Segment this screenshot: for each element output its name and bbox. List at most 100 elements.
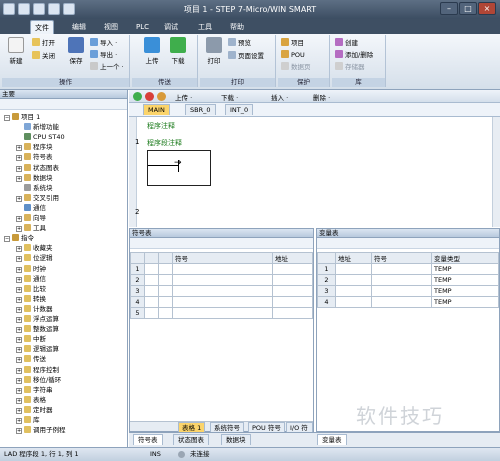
var-type-cell[interactable]: TEMP: [431, 296, 499, 308]
var-symbol-cell[interactable]: [371, 263, 432, 275]
toolbar-insert[interactable]: 插入 ·: [271, 92, 288, 102]
tree-item[interactable]: + 程序控制: [16, 365, 59, 375]
expand-icon[interactable]: +: [16, 327, 22, 334]
expand-icon[interactable]: +: [16, 418, 22, 424]
stop-icon[interactable]: [145, 92, 154, 101]
symbol-cell[interactable]: [172, 285, 273, 297]
expand-icon[interactable]: +: [16, 317, 22, 323]
row-cell[interactable]: [158, 296, 173, 308]
close-button[interactable]: 关闭: [32, 51, 55, 62]
address-cell[interactable]: [272, 274, 313, 286]
table-row[interactable]: 1 TEMP: [317, 263, 499, 275]
expand-icon[interactable]: +: [16, 357, 22, 364]
compile-icon[interactable]: [157, 92, 166, 101]
var-address-cell[interactable]: [335, 263, 372, 275]
expand-icon[interactable]: +: [16, 276, 22, 283]
network-comment[interactable]: 程序段注释: [147, 138, 182, 148]
table-row[interactable]: 3: [130, 285, 313, 297]
tree-item[interactable]: + 程序块: [16, 142, 53, 152]
tree-item[interactable]: − 项目 1: [4, 112, 40, 122]
tree-item[interactable]: + 工具: [16, 223, 46, 233]
toolbar-delete[interactable]: 删除 ·: [313, 92, 330, 102]
project-protect-button[interactable]: 项目: [281, 38, 304, 49]
expand-icon[interactable]: +: [16, 387, 22, 394]
tree-item[interactable]: + 状态图表: [16, 163, 59, 173]
row-cell[interactable]: [144, 285, 159, 297]
expand-icon[interactable]: +: [16, 145, 22, 152]
expand-icon[interactable]: +: [16, 266, 22, 273]
tree-item[interactable]: + 通信: [16, 274, 46, 284]
expand-icon[interactable]: +: [16, 165, 22, 172]
table-row[interactable]: 4 TEMP: [317, 296, 499, 308]
var-symbol-cell[interactable]: [371, 296, 432, 308]
tree-item[interactable]: + 浮点运算: [16, 314, 59, 324]
row-cell[interactable]: [144, 307, 159, 319]
tab-int0[interactable]: INT_0: [225, 104, 254, 115]
datapage-protect-button[interactable]: 数据页: [281, 62, 311, 73]
table-row[interactable]: 4: [130, 296, 313, 308]
tab-symbol-table[interactable]: 符号表: [133, 434, 163, 445]
row-cell[interactable]: [144, 296, 159, 308]
expand-icon[interactable]: +: [16, 367, 22, 374]
address-cell[interactable]: [272, 285, 313, 297]
program-comment[interactable]: 程序注释: [147, 121, 175, 131]
tab-debug[interactable]: 调试: [160, 20, 182, 34]
tab-main[interactable]: MAIN: [143, 104, 170, 115]
tree-item[interactable]: + 计数器: [16, 304, 53, 314]
expand-icon[interactable]: +: [16, 306, 22, 313]
download-button[interactable]: 下载: [168, 37, 188, 65]
expand-icon[interactable]: +: [16, 216, 22, 222]
tree-item[interactable]: + 表格: [16, 395, 46, 405]
expand-icon[interactable]: +: [16, 195, 22, 202]
expand-icon[interactable]: +: [16, 226, 22, 233]
expand-icon[interactable]: +: [16, 296, 22, 303]
symbol-cell[interactable]: [172, 274, 273, 286]
table-row[interactable]: 5: [130, 307, 313, 319]
tree-item[interactable]: + 逻辑运算: [16, 344, 59, 354]
tab-help[interactable]: 帮助: [226, 20, 248, 34]
toolbar-download[interactable]: 下载 ·: [221, 92, 238, 102]
toolbar-upload[interactable]: 上传 ·: [175, 92, 192, 102]
expand-icon[interactable]: +: [16, 246, 22, 253]
tree-item[interactable]: + 整数运算: [16, 324, 59, 334]
tab-sbr0[interactable]: SBR_0: [185, 104, 216, 115]
tree-item[interactable]: + 定时器: [16, 405, 53, 415]
print-button[interactable]: 打印: [204, 37, 224, 65]
tab-view[interactable]: 视图: [100, 20, 122, 34]
tab-status-chart[interactable]: 状态图表: [173, 434, 209, 445]
var-address-cell[interactable]: [335, 285, 372, 297]
symbol-cell[interactable]: [172, 296, 273, 308]
pou-protect-button[interactable]: POU: [281, 50, 305, 61]
add-remove-library-button[interactable]: 添加/删除: [335, 50, 373, 61]
expand-icon[interactable]: +: [16, 337, 22, 344]
tree-item[interactable]: + 库: [16, 415, 40, 425]
var-type-cell[interactable]: TEMP: [431, 285, 499, 297]
tree-item[interactable]: + 向导: [16, 213, 46, 223]
tree-item[interactable]: + 时钟: [16, 264, 46, 274]
var-type-cell[interactable]: TEMP: [431, 263, 499, 275]
address-cell[interactable]: [272, 296, 313, 308]
tree-item[interactable]: − 指令: [4, 233, 34, 243]
symbol-tab-pou[interactable]: POU 符号: [248, 422, 285, 432]
tab-edit[interactable]: 编辑: [68, 20, 90, 34]
ladder-network[interactable]: →: [147, 150, 211, 186]
preview-button[interactable]: 预览: [228, 38, 251, 49]
editor-scrollbar[interactable]: [492, 117, 500, 227]
table-row[interactable]: 2: [130, 274, 313, 286]
tree-item[interactable]: CPU ST40: [16, 132, 65, 142]
row-cell[interactable]: [158, 307, 173, 319]
symbol-cell[interactable]: [172, 307, 273, 319]
tab-data-block[interactable]: 数据块: [221, 434, 251, 445]
expand-icon[interactable]: +: [16, 397, 22, 404]
tree-item[interactable]: + 调用子例程: [16, 425, 66, 435]
table-row[interactable]: 1: [130, 263, 313, 275]
collapse-icon[interactable]: −: [4, 115, 10, 121]
expand-icon[interactable]: +: [16, 155, 22, 162]
row-cell[interactable]: [144, 274, 159, 286]
tree-item[interactable]: + 位逻辑: [16, 253, 53, 263]
symbol-cell[interactable]: [172, 263, 273, 275]
address-cell[interactable]: [272, 263, 313, 275]
var-type-cell[interactable]: TEMP: [431, 274, 499, 286]
address-cell[interactable]: [272, 307, 313, 319]
tree-item[interactable]: + 符号表: [16, 152, 53, 162]
